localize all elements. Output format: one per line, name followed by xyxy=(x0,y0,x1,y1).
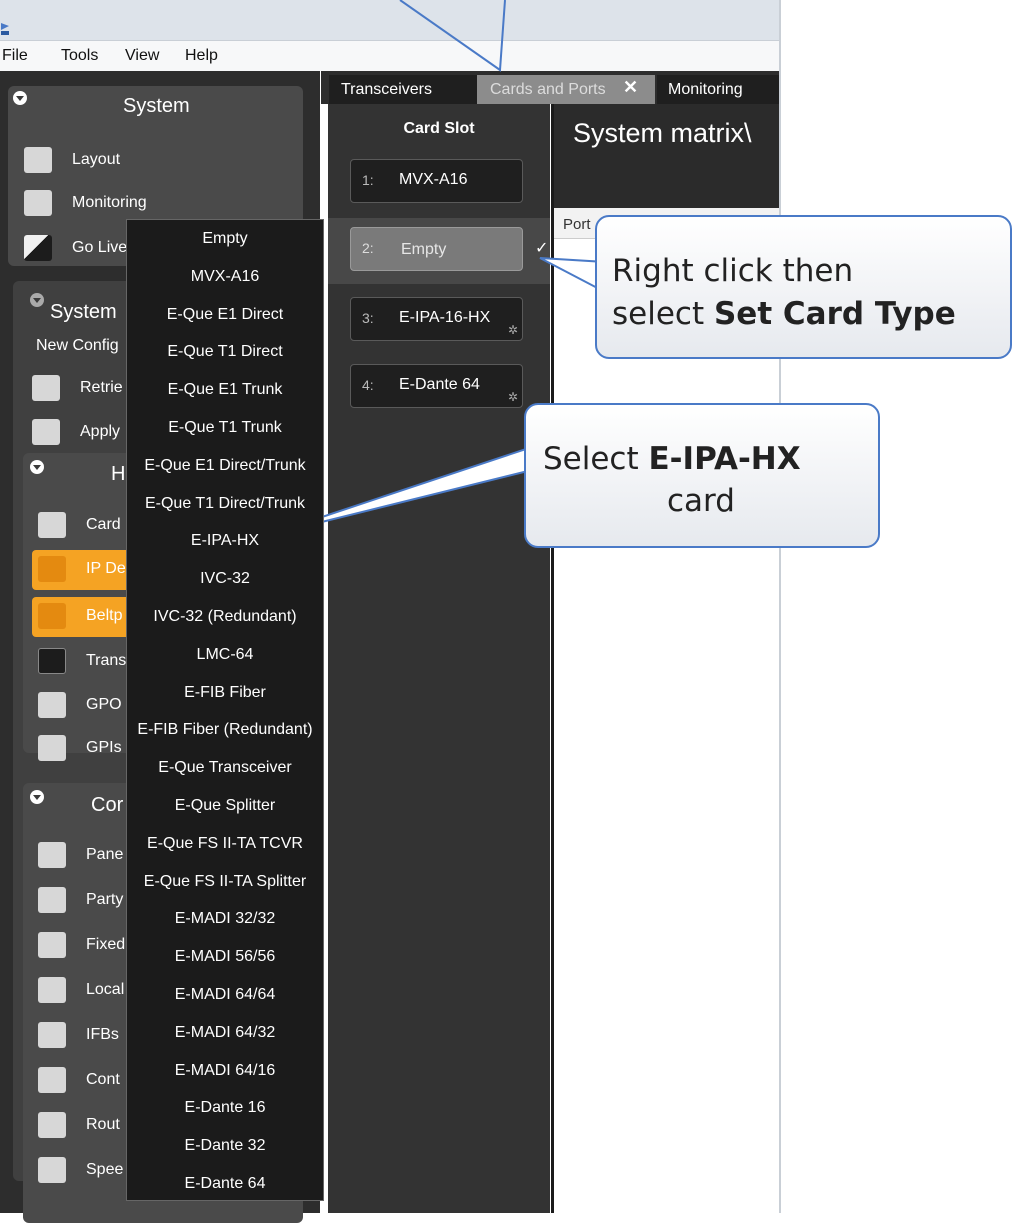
context-menu-item[interactable]: E-Que T1 Direct/Trunk xyxy=(127,495,323,513)
context-menu-item[interactable]: E-MADI 64/64 xyxy=(127,986,323,1004)
context-menu-item[interactable]: E-Dante 64 xyxy=(127,1175,323,1193)
context-menu-item[interactable]: E-Que T1 Trunk xyxy=(127,419,323,437)
context-menu: Empty MVX-A16 E-Que E1 Direct E-Que T1 Dire… xyxy=(126,219,324,1201)
context-menu-item[interactable]: E-Que E1 Direct xyxy=(127,306,323,324)
callout-select-card: Select E-IPA-HX card xyxy=(524,403,880,548)
callout-line: select Set Card Type xyxy=(612,296,956,332)
context-menu-item[interactable]: E-FIB Fiber (Redundant) xyxy=(127,721,323,739)
context-menu-item[interactable]: E-Que E1 Direct/Trunk xyxy=(127,457,323,475)
context-menu-item[interactable]: E-MADI 64/16 xyxy=(127,1062,323,1080)
context-menu-item[interactable]: Empty xyxy=(127,230,323,248)
callout-text: Select xyxy=(543,441,649,477)
context-menu-item[interactable]: E-Que E1 Trunk xyxy=(127,381,323,399)
context-menu-item[interactable]: E-Dante 32 xyxy=(127,1137,323,1155)
context-menu-item[interactable]: E-Que Splitter xyxy=(127,797,323,815)
context-menu-item[interactable]: E-IPA-HX xyxy=(127,532,323,550)
callout-right-click: Right click then select Set Card Type xyxy=(595,215,1012,359)
context-menu-item[interactable]: E-Que FS II-TA Splitter xyxy=(127,873,323,891)
callout-line: card xyxy=(667,483,735,519)
context-menu-item[interactable]: E-MADI 56/56 xyxy=(127,948,323,966)
callout-line: Right click then xyxy=(612,253,854,289)
context-menu-item[interactable]: LMC-64 xyxy=(127,646,323,664)
context-menu-item[interactable]: E-Dante 16 xyxy=(127,1099,323,1117)
context-menu-item[interactable]: E-Que Transceiver xyxy=(127,759,323,777)
context-menu-item[interactable]: E-Que FS II-TA TCVR xyxy=(127,835,323,853)
callout-bold-text: E-IPA-HX xyxy=(648,441,801,477)
context-menu-item[interactable]: E-Que T1 Direct xyxy=(127,343,323,361)
context-menu-item[interactable]: E-FIB Fiber xyxy=(127,684,323,702)
context-menu-item[interactable]: IVC-32 (Redundant) xyxy=(127,608,323,626)
callout-line: Select E-IPA-HX xyxy=(543,441,801,477)
context-menu-item[interactable]: E-MADI 32/32 xyxy=(127,910,323,928)
context-menu-item[interactable]: IVC-32 xyxy=(127,570,323,588)
context-menu-item[interactable]: E-MADI 64/32 xyxy=(127,1024,323,1042)
callout-bold-text: Set Card Type xyxy=(713,296,956,332)
callout-text: select xyxy=(612,296,714,332)
context-menu-item[interactable]: MVX-A16 xyxy=(127,268,323,286)
